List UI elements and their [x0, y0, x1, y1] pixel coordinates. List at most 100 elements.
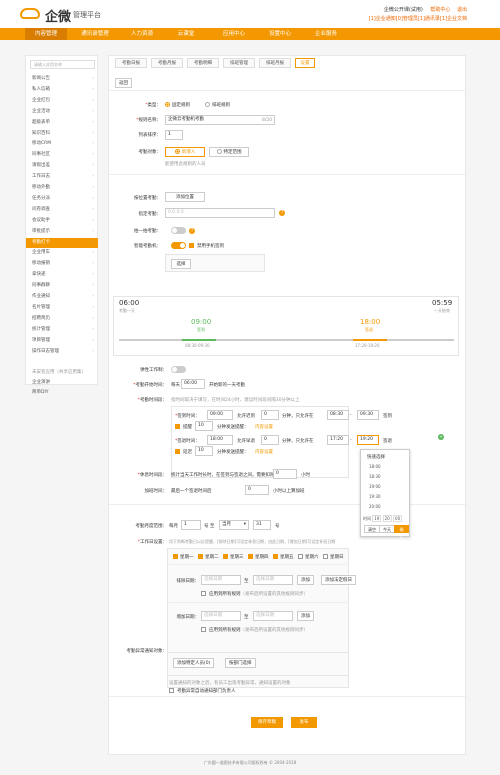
- wifi-input[interactable]: 0.0.0.0: [165, 208, 275, 218]
- nav-item[interactable]: 云课堂: [166, 28, 206, 40]
- workday-checkbox[interactable]: [198, 554, 203, 559]
- picker-ok-button[interactable]: 确定: [394, 525, 409, 539]
- early-input[interactable]: 0: [261, 435, 279, 445]
- delay-input[interactable]: 10: [195, 446, 213, 456]
- rule-name-input[interactable]: 企微云考勤机考勤: [165, 115, 275, 125]
- picker-option[interactable]: 19:30: [369, 494, 381, 499]
- target-special-button[interactable]: 特定范围: [209, 147, 249, 157]
- month-end-input[interactable]: 31: [253, 520, 271, 530]
- workday-checkbox[interactable]: [323, 554, 328, 559]
- sidebar-item[interactable]: 拿快递 ›: [26, 270, 98, 280]
- type-shift-radio[interactable]: 排班规则: [205, 102, 230, 108]
- workday-checkbox[interactable]: [173, 554, 178, 559]
- in-from-input[interactable]: 08:30: [327, 410, 349, 420]
- in-to-input[interactable]: 09:30: [357, 410, 379, 420]
- picker-today-button[interactable]: 今天: [379, 525, 395, 533]
- remind-content-link[interactable]: 内容设置: [255, 424, 273, 430]
- select-button[interactable]: 选择: [171, 259, 191, 269]
- add-location-button[interactable]: 添加位置: [165, 192, 205, 202]
- company-name[interactable]: 企微公开课(试用): [384, 7, 423, 13]
- sidebar-item[interactable]: 请假出差 ›: [26, 161, 98, 171]
- tab-2[interactable]: 考勤明细: [187, 58, 219, 68]
- sidebar-item[interactable]: 企业红包 ›: [26, 96, 98, 106]
- publish-button[interactable]: 发布: [291, 717, 317, 728]
- sidebar-item[interactable]: 超级表单 ›: [26, 118, 98, 128]
- type-fixed-radio[interactable]: 固定规则: [165, 102, 190, 108]
- workday-checkbox[interactable]: [273, 554, 278, 559]
- sidebar-item[interactable]: 任务分派 ›: [26, 194, 98, 204]
- help-icon[interactable]: ?: [189, 228, 195, 234]
- sidebar-item[interactable]: 企业用车 ›: [26, 248, 98, 258]
- month-select[interactable]: 当月 ▾: [219, 520, 249, 530]
- picker-clear-button[interactable]: 清空: [364, 525, 380, 533]
- sidebar-item[interactable]: 移动CRM ›: [26, 139, 98, 149]
- sidebar-item[interactable]: 考勤打卡 ›: [26, 237, 98, 248]
- tab-4[interactable]: 排班月报: [259, 58, 291, 68]
- rest-input[interactable]: 0: [273, 469, 297, 479]
- out-time-input[interactable]: 18:00: [207, 435, 233, 445]
- back-button[interactable]: 返回: [115, 78, 132, 88]
- picker-option[interactable]: 20:00: [369, 504, 381, 509]
- exclude-end-input[interactable]: 选择日期: [253, 575, 293, 585]
- add-shift-icon[interactable]: +: [438, 434, 444, 440]
- workday-checkbox[interactable]: [248, 554, 253, 559]
- sidebar-item[interactable]: 审批提示 ›: [26, 227, 98, 237]
- add-holiday-button[interactable]: 添加法定假日: [321, 575, 356, 585]
- by-department-button[interactable]: 按部门选择: [225, 658, 256, 668]
- machine-toggle[interactable]: [171, 242, 186, 249]
- flex-toggle[interactable]: [171, 366, 186, 373]
- start-time-input[interactable]: 06:00: [181, 379, 205, 389]
- exclude-add-button[interactable]: 添加: [297, 575, 314, 585]
- sidebar-item[interactable]: 作业通知 ›: [26, 292, 98, 302]
- out-from-input[interactable]: 17:20: [327, 435, 349, 445]
- sidebar-extra-item[interactable]: 企业演讲: [26, 378, 98, 388]
- order-input[interactable]: 1: [165, 130, 183, 140]
- tab-5[interactable]: 设置: [295, 58, 315, 68]
- workday-checkbox[interactable]: [298, 554, 303, 559]
- sidebar-item[interactable]: 操作日志管理 ›: [26, 347, 98, 357]
- sidebar-item[interactable]: 移动报销 ›: [26, 259, 98, 269]
- sidebar-item[interactable]: 知识百科 ›: [26, 129, 98, 139]
- picker-option[interactable]: 18:30: [369, 474, 381, 479]
- include-end-input[interactable]: 选择日期: [253, 611, 293, 621]
- sidebar-item[interactable]: 项目管理 ›: [26, 336, 98, 346]
- nav-item[interactable]: 通讯录管理: [70, 28, 120, 40]
- apply-all-checkbox[interactable]: [201, 627, 206, 632]
- picker-second[interactable]: 00: [393, 515, 403, 522]
- tab-1[interactable]: 考勤月报: [151, 58, 183, 68]
- help-icon[interactable]: ?: [279, 210, 285, 216]
- sidebar-item[interactable]: 同事群聊 ›: [26, 281, 98, 291]
- notify-leader-checkbox[interactable]: [169, 688, 174, 693]
- include-start-input[interactable]: 选择日期: [201, 611, 241, 621]
- disable-phone-checkbox[interactable]: [189, 243, 194, 248]
- picker-option[interactable]: 18:00: [369, 464, 381, 469]
- out-to-input[interactable]: 19:20: [357, 435, 379, 445]
- tab-3[interactable]: 排班管理: [223, 58, 255, 68]
- remind-checkbox[interactable]: [175, 424, 180, 429]
- sidebar-item[interactable]: 工作日志 ›: [26, 172, 98, 182]
- logout-link[interactable]: 退出: [457, 7, 467, 13]
- picker-option[interactable]: 19:00: [369, 484, 381, 489]
- add-person-button[interactable]: 添加特定人员(0): [173, 658, 215, 668]
- scan-toggle[interactable]: [171, 227, 186, 234]
- sidebar-item[interactable]: 移动外勤 ›: [26, 183, 98, 193]
- in-time-input[interactable]: 09:00: [207, 410, 233, 420]
- apply-all-checkbox[interactable]: [201, 591, 206, 596]
- sidebar-item[interactable]: 招聘简历 ›: [26, 314, 98, 324]
- sidebar-item[interactable]: 统计管理 ›: [26, 325, 98, 335]
- nav-item[interactable]: 应用中心: [210, 28, 258, 40]
- sidebar-extra-item[interactable]: 简单DIY: [26, 388, 98, 398]
- delay-content-link[interactable]: 内容设置: [255, 449, 273, 455]
- sidebar-item[interactable]: 会议助手 ›: [26, 216, 98, 226]
- save-draft-button[interactable]: 保存草稿: [251, 717, 283, 728]
- sidebar-item[interactable]: 同事社区 ›: [26, 150, 98, 160]
- nav-item[interactable]: 人力资源: [120, 28, 164, 40]
- sidebar-search-input[interactable]: 请输入应用名称: [30, 60, 95, 69]
- remind-input[interactable]: 10: [195, 421, 213, 431]
- workday-checkbox[interactable]: [223, 554, 228, 559]
- sidebar-item[interactable]: 新闻公告 ›: [26, 74, 98, 84]
- nav-item[interactable]: 企业服务: [304, 28, 348, 40]
- delay-checkbox[interactable]: [175, 449, 180, 454]
- late-input[interactable]: 0: [261, 410, 279, 420]
- target-add-button[interactable]: 新增人: [165, 147, 205, 157]
